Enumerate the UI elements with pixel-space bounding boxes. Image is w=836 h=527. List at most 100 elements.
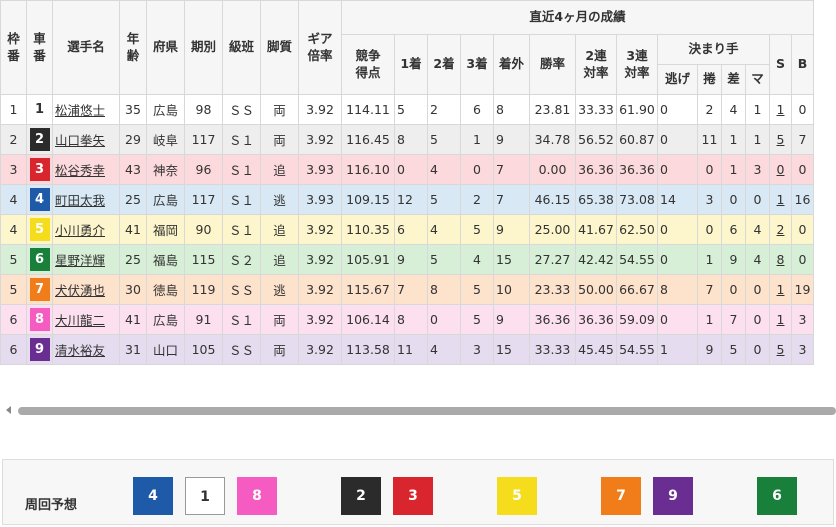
cell-f2: 0 bbox=[427, 304, 461, 335]
lap-prediction-label: 周回予想 bbox=[25, 498, 78, 513]
cell-waku: 3 bbox=[0, 154, 27, 185]
cell-makuri: 1 bbox=[697, 244, 722, 275]
cell-age: 41 bbox=[119, 304, 147, 335]
cell-win: 23.33 bbox=[529, 274, 576, 305]
cell-s[interactable]: 1 bbox=[769, 274, 792, 305]
cell-sashi: 0 bbox=[721, 274, 746, 305]
cell-age: 25 bbox=[119, 184, 147, 215]
cell-b: 0 bbox=[791, 244, 814, 275]
racer-name-link[interactable]: 大川龍二 bbox=[52, 304, 120, 335]
horizontal-scrollbar[interactable] bbox=[0, 401, 836, 421]
prediction-chip: 7 bbox=[601, 477, 641, 515]
lap-prediction-panel: 周回予想 418 23 5 79 6 bbox=[2, 459, 834, 525]
bike-number-badge: 8 bbox=[29, 308, 50, 331]
cell-s[interactable]: 5 bbox=[769, 124, 792, 155]
cell-gear: 3.92 bbox=[298, 124, 342, 155]
cell-b: 7 bbox=[791, 124, 814, 155]
cell-r2: 42.42 bbox=[575, 244, 617, 275]
cell-ki: 119 bbox=[184, 274, 223, 305]
cell-pref: 神奈 bbox=[146, 154, 185, 185]
cell-s[interactable]: 5 bbox=[769, 334, 792, 365]
cell-sashi: 6 bbox=[721, 214, 746, 245]
scroll-left-icon[interactable] bbox=[6, 406, 11, 414]
cell-kyaku: 逃 bbox=[260, 274, 299, 305]
cell-ki: 91 bbox=[184, 304, 223, 335]
racer-name-link[interactable]: 町田太我 bbox=[52, 184, 120, 215]
cell-f3: 2 bbox=[460, 184, 494, 215]
cell-b: 3 bbox=[791, 304, 814, 335]
cell-mark: 1 bbox=[745, 94, 770, 125]
cell-r2: 33.33 bbox=[575, 94, 617, 125]
cell-out: 15 bbox=[493, 244, 530, 275]
cell-kyaku: 両 bbox=[260, 94, 299, 125]
racer-name-link[interactable]: 星野洋輝 bbox=[52, 244, 120, 275]
racer-name-link[interactable]: 小川勇介 bbox=[52, 214, 120, 245]
cell-nige: 0 bbox=[657, 124, 698, 155]
racer-name-link[interactable]: 山口拳矢 bbox=[52, 124, 120, 155]
cell-b: 0 bbox=[791, 214, 814, 245]
table-row: 4 5 小川勇介 41 福岡 90 Ｓ１ 追 3.92 110.35 6 4 5 9 25.00 41.67 6… bbox=[0, 214, 814, 245]
cell-mark: 4 bbox=[745, 244, 770, 275]
prediction-chip: 2 bbox=[341, 477, 381, 515]
racer-name-link[interactable]: 松浦悠士 bbox=[52, 94, 120, 125]
cell-f2: 4 bbox=[427, 214, 461, 245]
cell-gear: 3.92 bbox=[298, 304, 342, 335]
cell-f3: 0 bbox=[460, 154, 494, 185]
cell-shaban: 1 bbox=[26, 94, 53, 125]
cell-waku: 6 bbox=[0, 304, 27, 335]
cell-gear: 3.92 bbox=[298, 334, 342, 365]
cell-sashi: 9 bbox=[721, 244, 746, 275]
scrollbar-thumb[interactable] bbox=[18, 407, 836, 415]
racer-name-link[interactable]: 清水裕友 bbox=[52, 334, 120, 365]
racer-name-link[interactable]: 犬伏湧也 bbox=[52, 274, 120, 305]
cell-kyaku: 両 bbox=[260, 124, 299, 155]
cell-f1: 9 bbox=[394, 244, 428, 275]
header-recent: 直近4ヶ月の成績 bbox=[341, 0, 814, 35]
header-kyakushitsu: 脚質 bbox=[260, 0, 299, 95]
cell-gear: 3.92 bbox=[298, 244, 342, 275]
cell-shaban: 7 bbox=[26, 274, 53, 305]
cell-kyaku: 追 bbox=[260, 154, 299, 185]
table-row: 1 1 松浦悠士 35 広島 98 ＳＳ 両 3.92 114.11 5 2 6 8 23.81 33.33 6… bbox=[0, 94, 814, 125]
cell-mark: 0 bbox=[745, 184, 770, 215]
header-s: S bbox=[769, 34, 792, 95]
cell-gear: 3.92 bbox=[298, 274, 342, 305]
cell-pref: 福島 bbox=[146, 244, 185, 275]
cell-nige: 0 bbox=[657, 304, 698, 335]
cell-s[interactable]: 1 bbox=[769, 94, 792, 125]
cell-score: 114.11 bbox=[341, 94, 395, 125]
cell-s[interactable]: 1 bbox=[769, 304, 792, 335]
prediction-chip: 3 bbox=[393, 477, 433, 515]
cell-f3: 5 bbox=[460, 214, 494, 245]
cell-f1: 0 bbox=[394, 154, 428, 185]
racer-name-link[interactable]: 松谷秀幸 bbox=[52, 154, 120, 185]
cell-f1: 7 bbox=[394, 274, 428, 305]
cell-score: 115.67 bbox=[341, 274, 395, 305]
cell-ki: 117 bbox=[184, 184, 223, 215]
cell-s[interactable]: 2 bbox=[769, 214, 792, 245]
cell-pref: 広島 bbox=[146, 304, 185, 335]
header-ki: 期別 bbox=[184, 0, 223, 95]
cell-s[interactable]: 8 bbox=[769, 244, 792, 275]
prediction-chip: 4 bbox=[133, 477, 173, 515]
race-entry-table: 枠 番 車 番 選手名 年 齢 府県 期別 級班 脚質 ギア 倍率 直近4ヶ月の… bbox=[0, 0, 814, 365]
cell-s[interactable]: 1 bbox=[769, 184, 792, 215]
cell-win: 33.33 bbox=[529, 334, 576, 365]
cell-mark: 1 bbox=[745, 124, 770, 155]
cell-f2: 4 bbox=[427, 154, 461, 185]
cell-pref: 徳島 bbox=[146, 274, 185, 305]
header-score: 競争 得点 bbox=[341, 34, 395, 95]
cell-gear: 3.93 bbox=[298, 184, 342, 215]
cell-sashi: 1 bbox=[721, 154, 746, 185]
cell-r3: 54.55 bbox=[616, 244, 658, 275]
cell-f1: 6 bbox=[394, 214, 428, 245]
cell-s[interactable]: 0 bbox=[769, 154, 792, 185]
cell-f1: 11 bbox=[394, 334, 428, 365]
cell-kyuhan: ＳＳ bbox=[222, 274, 261, 305]
header-gear: ギア 倍率 bbox=[298, 0, 342, 95]
cell-sashi: 1 bbox=[721, 124, 746, 155]
header-first: 1着 bbox=[394, 34, 428, 95]
cell-out: 9 bbox=[493, 214, 530, 245]
cell-score: 105.91 bbox=[341, 244, 395, 275]
cell-win: 34.78 bbox=[529, 124, 576, 155]
